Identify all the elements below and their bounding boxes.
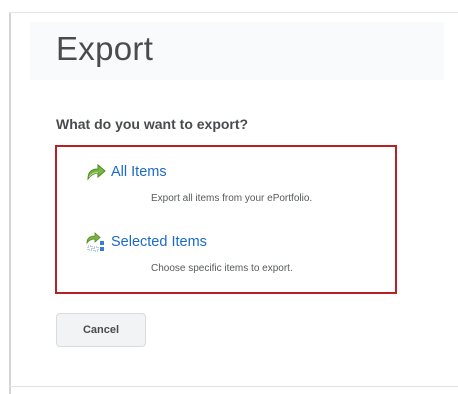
- frame-top-border: [9, 12, 458, 13]
- option-selected-items-description: Choose specific items to export.: [151, 263, 293, 274]
- option-all-items-label[interactable]: All Items: [111, 164, 167, 180]
- cancel-button[interactable]: Cancel: [56, 313, 146, 347]
- frame-bottom-border: [9, 386, 458, 387]
- export-all-icon: [85, 162, 107, 182]
- export-selected-icon: [85, 232, 107, 252]
- option-all-items[interactable]: All Items: [85, 162, 167, 182]
- export-question: What do you want to export?: [56, 116, 249, 132]
- export-dialog: Export What do you want to export? All I…: [0, 0, 458, 394]
- option-all-items-description: Export all items from your ePortfolio.: [151, 193, 313, 204]
- option-selected-items-label[interactable]: Selected Items: [111, 234, 207, 250]
- page-title: Export: [56, 30, 154, 67]
- option-selected-items[interactable]: Selected Items: [85, 232, 207, 252]
- frame-left-border: [9, 12, 11, 394]
